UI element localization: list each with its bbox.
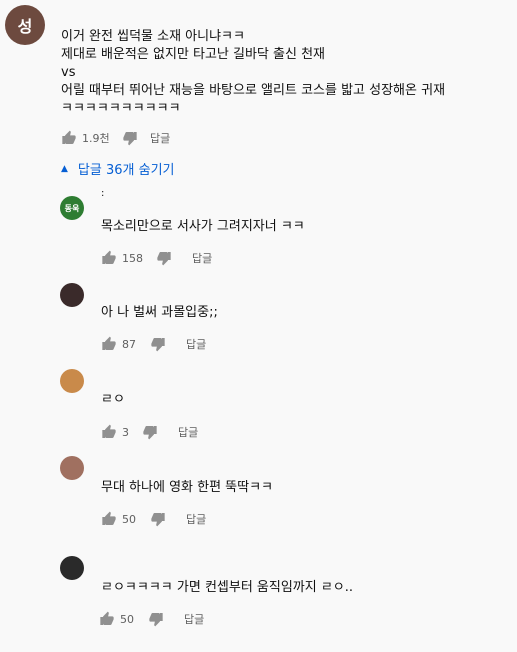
avatar[interactable]: 동욱	[60, 196, 84, 220]
thumbs-down-icon[interactable]	[156, 250, 172, 266]
comment-actions: 1.9천 답글	[61, 128, 170, 148]
thumbs-down-icon[interactable]	[150, 336, 166, 352]
reply-actions: 158 답글	[101, 248, 212, 268]
avatar[interactable]	[60, 456, 84, 480]
reply-text: ㄹㅇ	[101, 392, 125, 407]
reply-text: 목소리만으로 서사가 그려지자너 ㅋㅋ	[101, 219, 305, 234]
thumbs-up-icon[interactable]	[101, 424, 117, 440]
like-count: 50	[122, 512, 136, 526]
toggle-replies-label: 답글 36개 숨기기	[77, 163, 175, 178]
like-count: 3	[122, 425, 129, 439]
reply-button[interactable]: 답글	[150, 130, 170, 146]
reply-text: 아 나 벌써 과몰입중;;	[101, 305, 218, 320]
thumbs-down-icon[interactable]	[142, 424, 158, 440]
thumbs-down-icon[interactable]	[122, 130, 138, 146]
reply-button[interactable]: 답글	[184, 611, 204, 627]
reply-button[interactable]: 답글	[186, 511, 206, 527]
reply-author[interactable]: :	[101, 188, 104, 199]
avatar[interactable]: 성	[5, 5, 45, 45]
avatar[interactable]	[60, 369, 84, 393]
thumbs-up-icon[interactable]	[99, 611, 115, 627]
thumbs-up-icon[interactable]	[101, 336, 117, 352]
like-count: 50	[120, 612, 134, 626]
avatar-letter: 성	[17, 17, 33, 36]
like-count: 158	[122, 251, 143, 265]
reply-actions: 50 답글	[99, 609, 204, 629]
reply-button[interactable]: 답글	[186, 336, 206, 352]
reply-button[interactable]: 답글	[178, 424, 198, 440]
avatar-text: 동욱	[64, 203, 80, 213]
reply-actions: 3 답글	[101, 422, 198, 442]
thumbs-up-icon[interactable]	[61, 130, 77, 146]
thumbs-down-icon[interactable]	[148, 611, 164, 627]
avatar[interactable]	[60, 556, 84, 580]
like-count: 1.9천	[82, 132, 110, 145]
reply-actions: 50 답글	[101, 509, 206, 529]
thumbs-up-icon[interactable]	[101, 250, 117, 266]
toggle-replies-button[interactable]: ▲ 답글 36개 숨기기	[61, 159, 175, 178]
comment-text: 이거 완전 씹덕물 소재 아니냐ㅋㅋ 제대로 배운적은 없지만 타고난 길바닥 …	[61, 29, 446, 116]
chevron-up-icon: ▲	[61, 163, 68, 174]
like-count: 87	[122, 337, 136, 351]
avatar[interactable]	[60, 283, 84, 307]
thumbs-up-icon[interactable]	[101, 511, 117, 527]
reply-button[interactable]: 답글	[192, 250, 212, 266]
thumbs-down-icon[interactable]	[150, 511, 166, 527]
reply-text: ㄹㅇㅋㅋㅋㅋ 가면 컨셉부터 움직임까지 ㄹㅇ..	[101, 580, 354, 595]
reply-actions: 87 답글	[101, 334, 206, 354]
reply-text: 무대 하나에 영화 한편 뚝딱ㅋㅋ	[101, 480, 274, 495]
